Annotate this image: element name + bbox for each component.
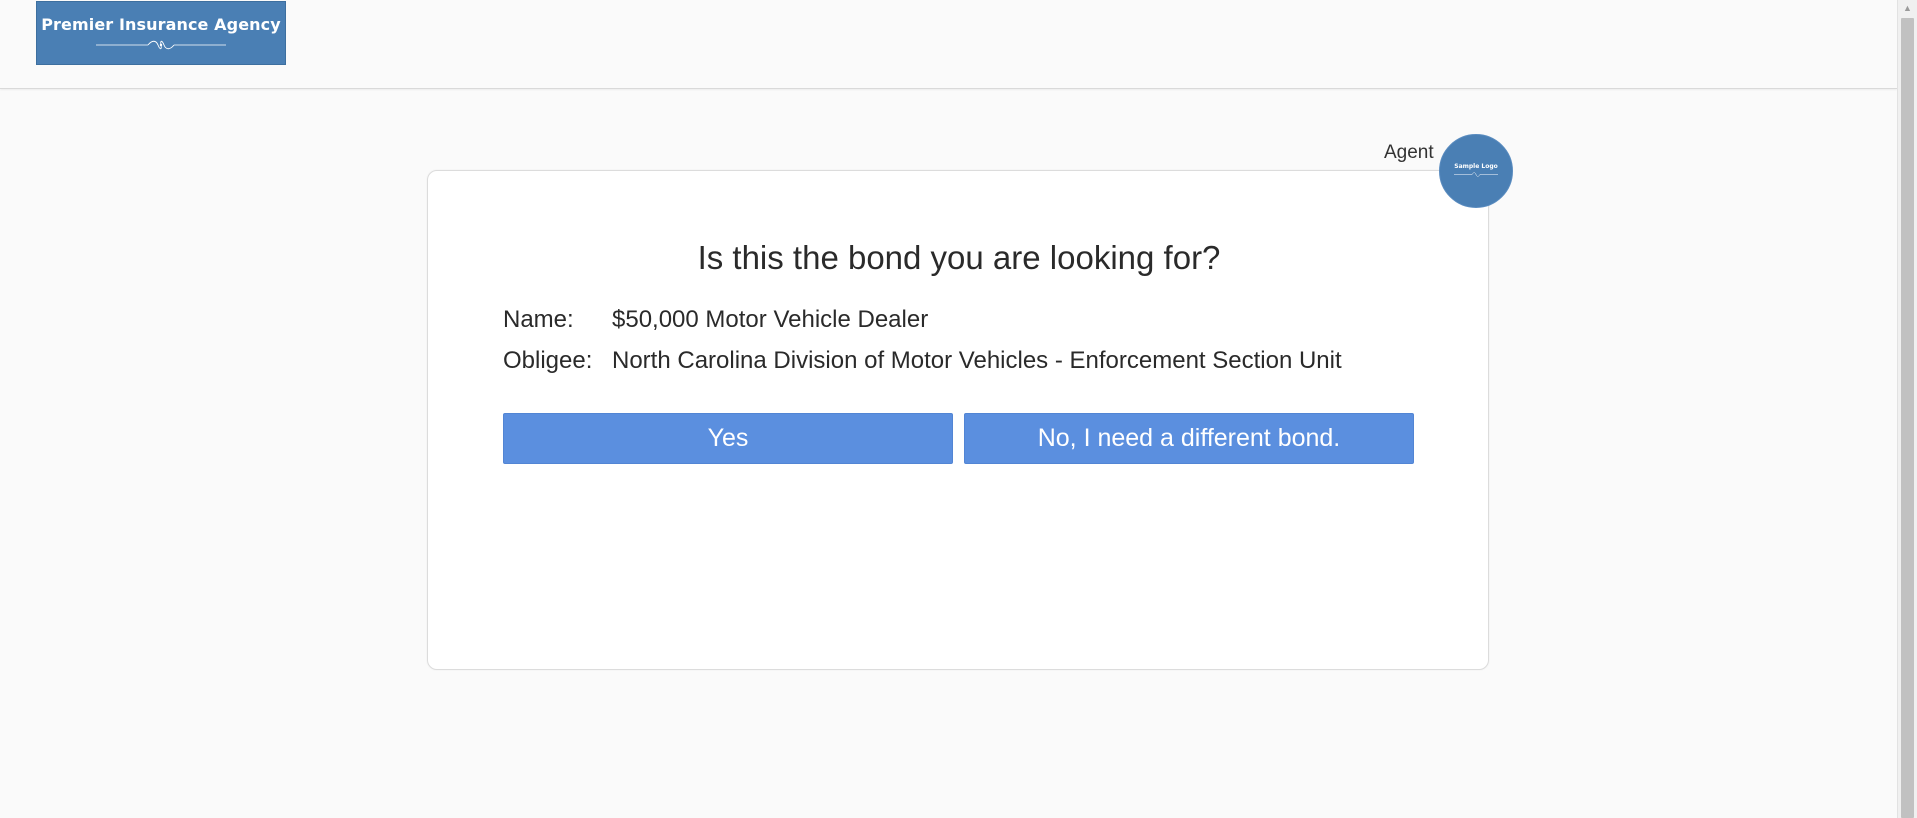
page: Premier Insurance Agency Agent Sample Lo…	[0, 0, 1917, 818]
scroll-up-arrow-icon[interactable]: ▲	[1898, 0, 1917, 17]
top-header: Premier Insurance Agency	[0, 0, 1897, 89]
bond-obligee-label: Obligee:	[503, 347, 593, 374]
brand-name: Premier Insurance Agency	[41, 15, 281, 34]
card-title: Is this the bond you are looking for?	[697, 239, 1221, 276]
flourish-icon	[1454, 172, 1498, 177]
bond-obligee-row: Obligee: North Carolina Division of Motor…	[503, 347, 1342, 375]
yes-button[interactable]: Yes	[503, 413, 953, 464]
bond-obligee-value: North Carolina Division of Motor Vehicle…	[612, 347, 1342, 374]
different-bond-button[interactable]: No, I need a different bond.	[964, 413, 1414, 464]
bond-name-row: Name: $50,000 Motor Vehicle Dealer	[503, 306, 928, 334]
vertical-scrollbar[interactable]: ▲	[1897, 0, 1917, 818]
brand-logo[interactable]: Premier Insurance Agency	[36, 1, 286, 65]
bond-confirmation-card: Is this the bond you are looking for? Na…	[427, 170, 1489, 670]
bond-name-label: Name:	[503, 306, 574, 333]
agent-logo-avatar: Sample Logo	[1439, 134, 1513, 208]
scrollbar-thumb[interactable]	[1901, 18, 1914, 818]
agent-label: Agent	[1384, 142, 1434, 163]
flourish-icon	[96, 40, 226, 50]
bond-name-value: $50,000 Motor Vehicle Dealer	[612, 306, 929, 333]
agent-logo-text: Sample Logo	[1454, 163, 1498, 170]
